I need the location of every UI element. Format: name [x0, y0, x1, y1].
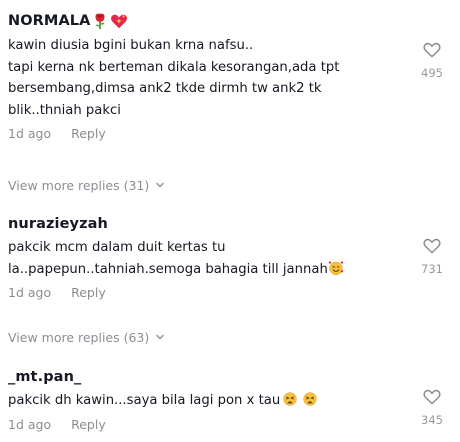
comment-meta: 1d ago Reply [8, 417, 452, 432]
heart-outline-icon [422, 236, 442, 261]
comment-meta: 1d ago Reply [8, 285, 452, 300]
heart-outline-icon [422, 40, 442, 65]
comment-text: pakcik dh kawin...saya bila lagi pon x t… [8, 390, 378, 412]
comment-username[interactable]: nurazieyzah [8, 216, 452, 232]
weary-face-icon [282, 391, 298, 407]
view-more-replies-button[interactable]: View more replies (31) [8, 178, 165, 193]
sparkling-heart-icon [110, 12, 128, 30]
view-more-replies-label: View more replies (31) [8, 178, 150, 193]
comment-text: kawin diusia bgini bukan krna nafsu.. ta… [8, 35, 378, 121]
comment-username[interactable]: _mt.pan_ [8, 369, 452, 385]
like-button[interactable]: 731 [412, 236, 452, 276]
username-text: _mt.pan_ [8, 369, 82, 385]
like-count: 495 [421, 66, 443, 80]
comment-timestamp: 1d ago [8, 416, 52, 432]
comment-text-segment: pakcik dh kawin...saya bila lagi pon x t… [8, 393, 281, 408]
weary-face-icon [302, 391, 318, 407]
comment-text-line: blik..thniah pakci [8, 102, 121, 118]
comment-text: pakcik mcm dalam duit kertas tu la..pape… [8, 237, 378, 280]
comment-text-line: bersembang,dimsa ank2 tkde dirmh tw ank2… [8, 81, 322, 96]
like-count: 345 [421, 413, 443, 427]
like-button[interactable]: 345 [412, 387, 452, 427]
chevron-down-icon [155, 330, 165, 345]
reply-button[interactable]: Reply [71, 285, 106, 300]
comment-text-line: pakcik dh kawin...saya bila lagi pon x t… [8, 390, 378, 412]
smiling-face-with-hearts-icon [328, 260, 344, 276]
username-text: NORMALA [8, 13, 91, 29]
comment-text-line: pakcik mcm dalam duit kertas tu [8, 240, 226, 255]
comment-text-segment: la..papepun..tahniah.semoga bahagia till… [8, 261, 328, 277]
comment-text-line: kawin diusia bgini bukan krna nafsu.. [8, 38, 254, 53]
view-more-replies-button[interactable]: View more replies (63) [8, 330, 165, 345]
comment-meta: 1d ago Reply [8, 126, 452, 141]
view-more-replies-label: View more replies (63) [8, 330, 150, 345]
comment-text-line: la..papepun..tahniah.semoga bahagia till… [8, 259, 378, 281]
rose-icon [91, 12, 109, 30]
comment-timestamp: 1d ago [8, 126, 52, 141]
chevron-down-icon [155, 178, 165, 193]
like-count: 731 [421, 262, 443, 276]
comment-username[interactable]: NORMALA [8, 12, 452, 30]
heart-outline-icon [422, 387, 442, 412]
comment-item: nurazieyzah pakcik mcm dalam duit kertas… [8, 216, 452, 300]
comment-item: _mt.pan_ pakcik dh kawin...saya bila lag… [8, 369, 452, 432]
comment-text-line: tapi kerna nk berteman dikala kesorangan… [8, 59, 340, 75]
reply-button[interactable]: Reply [71, 126, 106, 141]
comment-timestamp: 1d ago [8, 285, 52, 300]
username-text: nurazieyzah [8, 216, 108, 232]
like-button[interactable]: 495 [412, 40, 452, 80]
comment-item: NORMALA kawin diusia bgini bukan krna na… [8, 12, 452, 141]
reply-button[interactable]: Reply [71, 417, 106, 432]
